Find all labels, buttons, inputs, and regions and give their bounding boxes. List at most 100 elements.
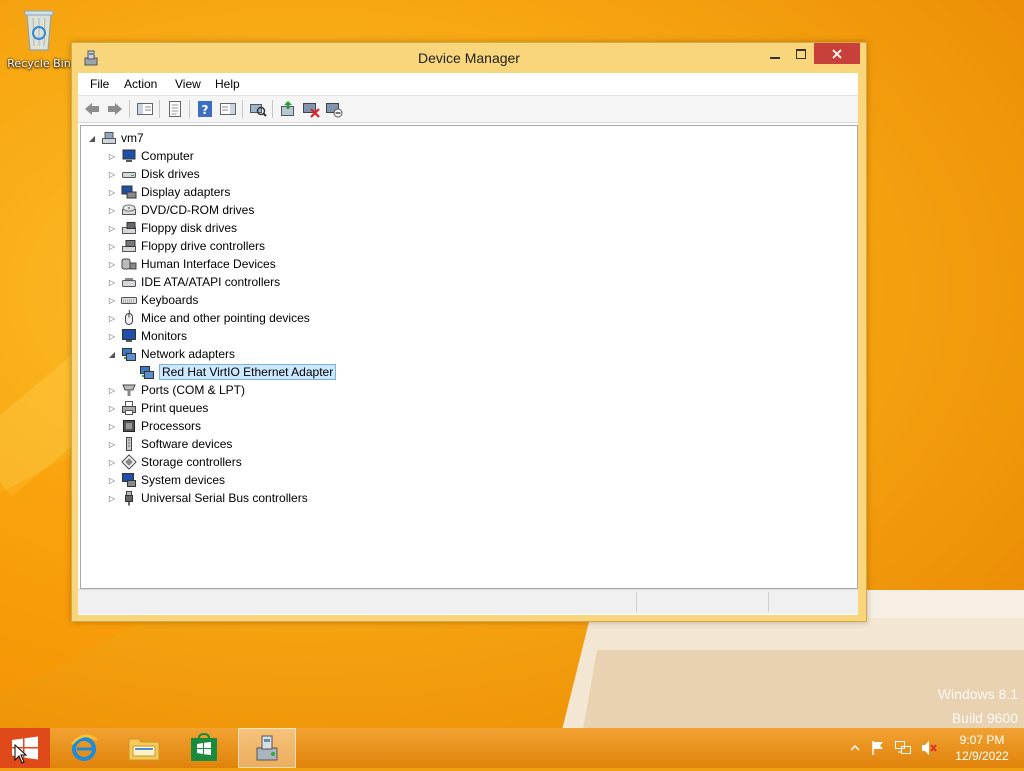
expand-arrow-icon[interactable]: ▷: [107, 331, 117, 341]
window-title: Device Manager: [418, 50, 520, 66]
tree-item-print-queues[interactable]: ▷ Print queues: [107, 399, 208, 417]
menu-view[interactable]: View: [175, 77, 201, 91]
expand-arrow-icon[interactable]: ▷: [107, 241, 117, 251]
menu-file[interactable]: File: [90, 77, 109, 91]
network-icon[interactable]: [894, 740, 912, 756]
tree-item-label: Display adapters: [141, 185, 231, 199]
mouse-pointer-icon: [14, 744, 28, 764]
uninstall-device-icon[interactable]: [302, 100, 320, 118]
recycle-bin-desktop-icon[interactable]: Recycle Bin: [4, 6, 74, 70]
expand-arrow-icon[interactable]: ▷: [107, 439, 117, 449]
tree-item-processors[interactable]: ▷ Processors: [107, 417, 201, 435]
tree-item-human-interface-devices[interactable]: ▷ Human Interface Devices: [107, 255, 276, 273]
tree-item-label: Human Interface Devices: [141, 257, 276, 271]
ide-controller-icon: [122, 278, 136, 287]
collapse-arrow-icon[interactable]: ◢: [107, 349, 117, 359]
expand-arrow-icon[interactable]: ▷: [107, 457, 117, 467]
tree-item-dvd-cd-rom-drives[interactable]: ▷ DVD/CD-ROM drives: [107, 201, 254, 219]
tree-item-label: Floppy disk drives: [141, 221, 238, 235]
floppy-controller-icon: [122, 240, 136, 252]
properties-icon[interactable]: [166, 100, 184, 118]
tree-item-software-devices[interactable]: ▷ Software devices: [107, 435, 232, 453]
expand-arrow-icon[interactable]: ▷: [107, 403, 117, 413]
tree-item-label: Ports (COM & LPT): [141, 383, 246, 397]
show-hide-console-tree-icon[interactable]: [136, 100, 154, 118]
action-pane-icon[interactable]: [219, 100, 237, 118]
expand-arrow-icon[interactable]: ▷: [107, 223, 117, 233]
forward-icon[interactable]: [106, 100, 124, 118]
tree-item-floppy-drive-controllers[interactable]: ▷ Floppy drive controllers: [107, 237, 265, 255]
tree-item-monitors[interactable]: ▷ Monitors: [107, 327, 187, 345]
windows-version-watermark: Windows 8.1: [937, 686, 1018, 702]
keyboard-icon: [121, 297, 137, 304]
minimize-button[interactable]: [762, 43, 788, 64]
recycle-bin-label: Recycle Bin: [7, 57, 71, 70]
expand-arrow-icon[interactable]: ▷: [107, 295, 117, 305]
expand-arrow-icon[interactable]: ▷: [107, 385, 117, 395]
port-icon: [122, 384, 136, 396]
back-icon[interactable]: [83, 100, 101, 118]
tree-item-universal-serial-bus-controllers[interactable]: ▷ Universal Serial Bus controllers: [107, 489, 308, 507]
tree-item-label: System devices: [141, 473, 226, 487]
expand-arrow-icon[interactable]: ▷: [107, 475, 117, 485]
tree-root[interactable]: ◢ vm7: [87, 129, 144, 147]
expand-arrow-icon[interactable]: ▷: [107, 205, 117, 215]
help-icon[interactable]: ?: [196, 100, 214, 118]
action-center-flag-icon[interactable]: [870, 740, 886, 756]
status-pane-2: [768, 592, 857, 612]
window-client-area: File Action View Help ? ◢ vm7 ▷ Computer…: [78, 73, 858, 615]
toolbar: ?: [78, 96, 858, 123]
close-button[interactable]: [814, 43, 860, 64]
internet-explorer-icon: [71, 734, 98, 761]
tree-item-system-devices[interactable]: ▷ System devices: [107, 471, 225, 489]
update-driver-icon[interactable]: [279, 100, 297, 118]
tree-item-label: Print queues: [141, 401, 209, 415]
tree-item-label: Mice and other pointing devices: [141, 311, 310, 325]
expand-arrow-icon[interactable]: ▷: [107, 313, 117, 323]
tree-item-floppy-disk-drives[interactable]: ▷ Floppy disk drives: [107, 219, 237, 237]
tree-item-keyboards[interactable]: ▷ Keyboards: [107, 291, 198, 309]
status-pane-1: [636, 592, 769, 612]
device-tree[interactable]: ◢ vm7 ▷ Computer ▷ Disk drives ▷ Display…: [80, 125, 858, 589]
tree-item-network-adapters[interactable]: ◢ Network adapters: [107, 345, 235, 363]
tree-item-ide-ata-atapi-controllers[interactable]: ▷ IDE ATA/ATAPI controllers: [107, 273, 280, 291]
collapse-arrow-icon[interactable]: ◢: [87, 133, 97, 143]
internet-explorer-taskbar-button[interactable]: [56, 728, 112, 768]
tree-item-display-adapters[interactable]: ▷ Display adapters: [107, 183, 230, 201]
menu-action[interactable]: Action: [124, 77, 157, 91]
close-icon: [832, 48, 842, 59]
computer-root-icon: [102, 132, 116, 144]
tree-item-computer[interactable]: ▷ Computer: [107, 147, 194, 165]
tree-item-storage-controllers[interactable]: ▷ Storage controllers: [107, 453, 242, 471]
menu-help[interactable]: Help: [215, 77, 240, 91]
show-hidden-icons-icon[interactable]: [850, 743, 860, 753]
taskbar: 9:07 PM 12/9/2022: [0, 728, 1024, 768]
tree-item-ports[interactable]: ▷ Ports (COM & LPT): [107, 381, 245, 399]
tree-item-disk-drives[interactable]: ▷ Disk drives: [107, 165, 200, 183]
expand-arrow-icon[interactable]: ▷: [107, 421, 117, 431]
expand-arrow-icon[interactable]: ▷: [107, 493, 117, 503]
store-icon: [191, 733, 217, 761]
recycle-bin-icon: [24, 10, 54, 51]
computer-icon: [122, 149, 136, 162]
tree-item-mice-and-other-pointing-devices[interactable]: ▷ Mice and other pointing devices: [107, 309, 310, 327]
expand-arrow-icon[interactable]: ▷: [107, 187, 117, 197]
scan-hardware-icon[interactable]: [249, 100, 267, 118]
expand-arrow-icon[interactable]: ▷: [107, 277, 117, 287]
device-manager-taskbar-button[interactable]: [238, 728, 296, 768]
maximize-button[interactable]: [788, 43, 814, 64]
tree-item-red-hat-virtio-ethernet-adapter[interactable]: Red Hat VirtIO Ethernet Adapter: [139, 363, 337, 381]
tree-item-label: Storage controllers: [141, 455, 242, 469]
expand-arrow-icon[interactable]: ▷: [107, 169, 117, 179]
store-taskbar-button[interactable]: [176, 728, 232, 768]
title-bar[interactable]: Device Manager: [72, 43, 866, 73]
selected-device-label: Red Hat VirtIO Ethernet Adapter: [159, 364, 337, 380]
dvd-drive-icon: [122, 204, 136, 215]
disable-device-icon[interactable]: [325, 100, 343, 118]
volume-muted-icon[interactable]: [920, 740, 938, 756]
floppy-disk-icon: [122, 222, 136, 234]
taskbar-clock[interactable]: 9:07 PM 12/9/2022: [942, 732, 1022, 764]
file-explorer-taskbar-button[interactable]: [116, 728, 172, 768]
expand-arrow-icon[interactable]: ▷: [107, 151, 117, 161]
expand-arrow-icon[interactable]: ▷: [107, 259, 117, 269]
